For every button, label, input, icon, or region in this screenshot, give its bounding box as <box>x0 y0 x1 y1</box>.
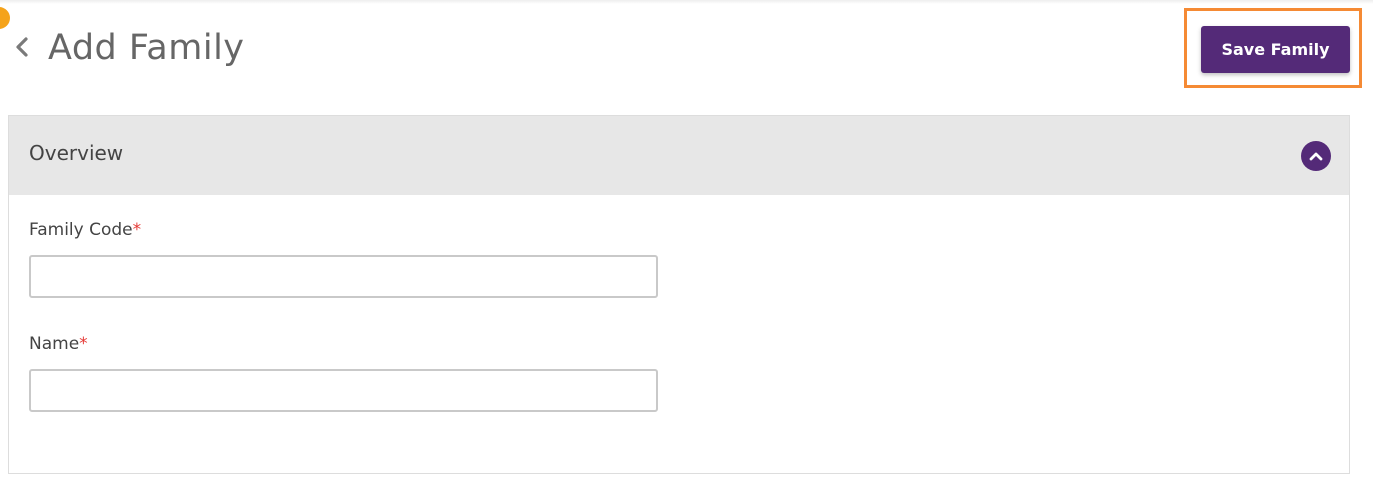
chevron-left-icon[interactable] <box>13 36 31 58</box>
name-input[interactable] <box>29 369 658 412</box>
family-code-label-text: Family Code <box>29 220 133 240</box>
required-marker: * <box>132 220 142 240</box>
notification-indicator <box>0 7 10 29</box>
name-label-text: Name <box>29 334 80 354</box>
family-code-label: Family Code* <box>29 219 141 241</box>
name-label: Name* <box>29 333 88 355</box>
page-title: Add Family <box>48 28 245 68</box>
chevron-up-icon <box>1309 152 1323 161</box>
required-marker: * <box>79 334 88 354</box>
family-code-input[interactable] <box>29 255 658 298</box>
overview-panel: Overview Family Code* Name* <box>8 115 1350 474</box>
top-shadow <box>0 0 1373 4</box>
overview-title: Overview <box>29 141 124 165</box>
overview-header[interactable]: Overview <box>9 116 1349 195</box>
collapse-toggle-button[interactable] <box>1301 141 1331 171</box>
save-family-button[interactable]: Save Family <box>1201 26 1350 73</box>
